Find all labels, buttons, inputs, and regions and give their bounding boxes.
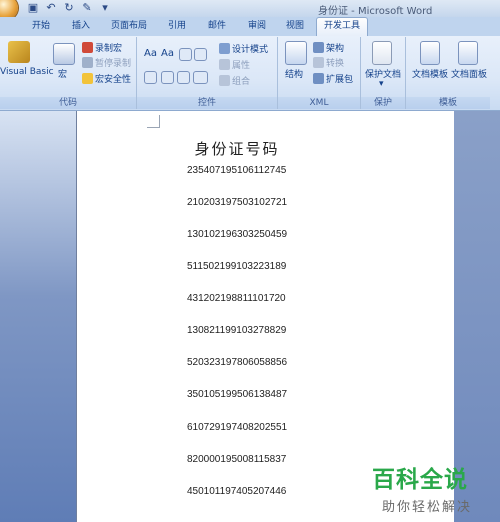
group-templates-label: 模板 xyxy=(406,97,490,109)
macros-icon xyxy=(53,43,75,65)
protect-dropdown-icon[interactable]: ▾ xyxy=(379,79,384,89)
warning-icon xyxy=(82,73,93,84)
id-number-line: 130821199103278829 xyxy=(187,325,287,336)
visual-basic-icon xyxy=(8,41,30,63)
group-controls-label: 控件 xyxy=(137,97,277,109)
building-block-control-icon[interactable] xyxy=(194,48,207,61)
combo-box-icon[interactable] xyxy=(144,71,157,84)
record-macro-icon xyxy=(82,42,93,53)
customize-toolbar-icon[interactable]: ▾ xyxy=(98,1,112,15)
group-button[interactable]: 组合 xyxy=(219,74,250,87)
redo-icon[interactable]: ↻ xyxy=(62,1,76,15)
watermark-subtitle: 助你轻松解决 xyxy=(382,500,473,515)
group-protect: 保护文档 ▾ 保护 xyxy=(361,37,406,109)
pause-recording-button[interactable]: 暂停录制 xyxy=(82,56,131,69)
id-number-line: 820000195008115837 xyxy=(187,454,287,465)
structure-icon xyxy=(285,41,307,65)
undo-icon[interactable]: ↶ xyxy=(44,1,58,15)
pause-icon xyxy=(82,57,93,68)
title-bar: ▣ ↶ ↻ ✎ ▾ 身份证 - Microsoft Word xyxy=(0,0,500,20)
margin-corner-mark xyxy=(147,115,160,128)
document-panel-button[interactable]: 文档面板 xyxy=(451,67,487,80)
id-number-line: 610729197408202551 xyxy=(187,422,288,433)
ribbon-tabs: 开始 插入 页面布局 引用 邮件 审阅 视图 开发工具 xyxy=(0,17,500,37)
tab-insert[interactable]: 插入 xyxy=(64,18,98,35)
macros-button[interactable]: 宏 xyxy=(58,67,67,80)
watermark: 百科全说 助你轻松解决 xyxy=(372,460,472,515)
window-title: 身份证 - Microsoft Word xyxy=(318,6,433,17)
structure-button[interactable]: 结构 xyxy=(285,67,303,80)
tab-mailings[interactable]: 邮件 xyxy=(200,18,234,35)
save-icon[interactable]: ▣ xyxy=(26,1,40,15)
document-template-icon xyxy=(420,41,440,65)
watermark-title: 百科全说 xyxy=(372,467,468,493)
group-controls: Aa Aa 设计模式 属性 组合 控件 xyxy=(137,37,278,109)
id-number-line: 235407195106112745 xyxy=(187,165,287,176)
group-xml: 结构 架构 转换 扩展包 XML xyxy=(278,37,361,109)
transform-button[interactable]: 转换 xyxy=(313,56,344,69)
group-protect-label: 保护 xyxy=(361,97,405,109)
design-mode-icon xyxy=(219,43,230,54)
document-panel-icon xyxy=(458,41,478,65)
id-number-line: 350105199506138487 xyxy=(187,389,288,400)
group-code-label: 代码 xyxy=(0,97,136,109)
group-xml-label: XML xyxy=(278,97,360,109)
id-number-line: 511502199103223189 xyxy=(187,261,287,272)
plain-text-control[interactable]: Aa xyxy=(161,48,174,59)
tab-developer[interactable]: 开发工具 xyxy=(316,17,368,37)
id-number-line: 210203197503102721 xyxy=(187,197,288,208)
legacy-tools-icon[interactable] xyxy=(193,71,208,84)
ribbon: Visual Basic 宏 录制宏 暂停录制 宏安全性 代码 Aa Aa 设计… xyxy=(0,36,500,111)
schema-icon xyxy=(313,42,324,53)
id-number-line: 431202198811101720 xyxy=(187,293,286,304)
tab-review[interactable]: 审阅 xyxy=(240,18,274,35)
workspace-left-background xyxy=(0,111,76,522)
id-number-line: 130102196303250459 xyxy=(187,229,288,240)
visual-basic-button[interactable]: Visual Basic xyxy=(0,67,54,77)
document-title: 身份证号码 xyxy=(194,140,280,158)
design-mode-button[interactable]: 设计模式 xyxy=(219,42,268,55)
quick-access-toolbar: ▣ ↶ ↻ ✎ ▾ xyxy=(26,1,112,15)
id-number-line: 520323197806058856 xyxy=(187,357,288,368)
document-template-button[interactable]: 文档模板 xyxy=(412,67,448,80)
expansion-pack-button[interactable]: 扩展包 xyxy=(313,72,353,85)
format-painter-icon[interactable]: ✎ xyxy=(80,1,94,15)
rich-text-control[interactable]: Aa xyxy=(144,48,157,59)
properties-button[interactable]: 属性 xyxy=(219,58,250,71)
tab-home[interactable]: 开始 xyxy=(24,18,58,35)
group-code: Visual Basic 宏 录制宏 暂停录制 宏安全性 代码 xyxy=(0,37,137,109)
picture-control-icon[interactable] xyxy=(179,48,192,61)
tab-view[interactable]: 视图 xyxy=(278,18,312,35)
group-templates: 文档模板 文档面板 模板 xyxy=(406,37,490,109)
macro-security-button[interactable]: 宏安全性 xyxy=(82,72,131,85)
protect-document-icon xyxy=(372,41,392,65)
tab-page-layout[interactable]: 页面布局 xyxy=(104,18,154,35)
tab-references[interactable]: 引用 xyxy=(160,18,194,35)
date-picker-icon[interactable] xyxy=(177,71,190,84)
id-number-line: 450101197405207446 xyxy=(187,486,287,497)
transform-icon xyxy=(313,57,324,68)
schema-button[interactable]: 架构 xyxy=(313,41,344,54)
record-macro-button[interactable]: 录制宏 xyxy=(82,41,122,54)
drop-down-list-icon[interactable] xyxy=(161,71,174,84)
expansion-pack-icon xyxy=(313,73,324,84)
properties-icon xyxy=(219,59,230,70)
group-icon xyxy=(219,75,230,86)
